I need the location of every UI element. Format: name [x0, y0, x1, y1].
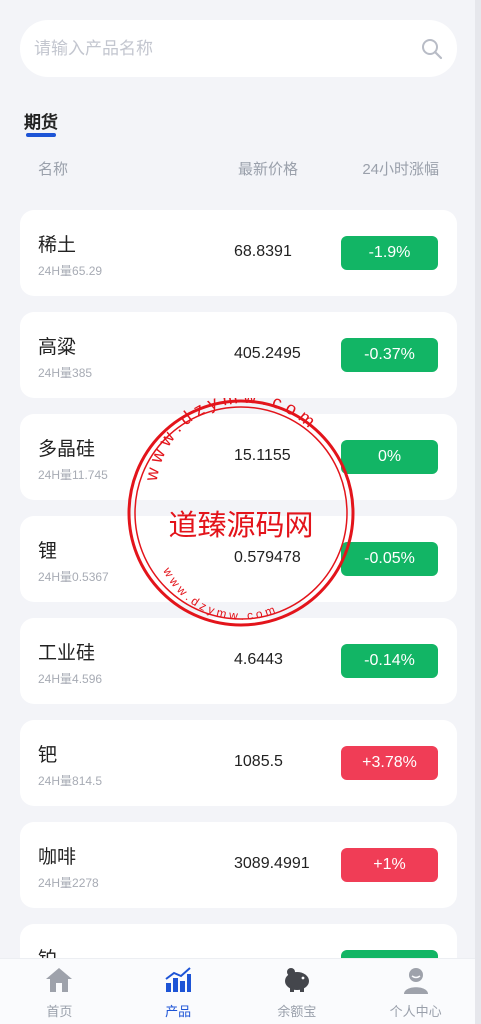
piggy-bank-icon — [284, 968, 309, 992]
tab-products[interactable]: 产品 — [119, 959, 238, 1024]
search-bar[interactable] — [20, 20, 457, 77]
home-icon — [46, 968, 73, 992]
product-volume: 24H量11.745 — [38, 468, 108, 482]
tab-label: 首页 — [46, 1004, 73, 1019]
change-badge: +1% — [341, 848, 438, 882]
product-card[interactable]: 锂 24H量0.5367 0.579478 -0.05% — [20, 516, 457, 602]
tab-home[interactable]: 首页 — [0, 959, 119, 1024]
column-header-price: 最新价格 — [238, 161, 299, 178]
product-volume: 24H量814.5 — [38, 774, 103, 788]
tab-label: 个人中心 — [389, 1004, 442, 1019]
chart-icon — [165, 967, 192, 992]
tab-label: 余额宝 — [277, 1004, 317, 1019]
bottom-tab-bar: 首页 产品 余额宝 个人中心 — [0, 958, 475, 1024]
section-title[interactable]: 期货 — [24, 108, 58, 133]
section-tab-indicator — [26, 133, 56, 137]
tab-balance[interactable]: 余额宝 — [238, 959, 357, 1024]
product-name: 高粱 — [38, 337, 77, 358]
product-card[interactable]: 稀土 24H量65.29 68.8391 -1.9% — [20, 210, 457, 296]
product-price: 405.2495 — [234, 345, 301, 362]
product-card[interactable]: 工业硅 24H量4.596 4.6443 -0.14% — [20, 618, 457, 704]
product-name: 多晶硅 — [38, 439, 96, 460]
column-header-change: 24小时涨幅 — [362, 161, 439, 178]
change-badge: -0.14% — [341, 644, 438, 678]
tab-label: 产品 — [165, 1004, 192, 1019]
product-volume: 24H量2278 — [38, 876, 99, 890]
user-icon — [403, 968, 428, 994]
tab-profile[interactable]: 个人中心 — [356, 959, 475, 1024]
product-volume: 24H量0.5367 — [38, 570, 109, 584]
product-name: 工业硅 — [38, 643, 96, 664]
product-price: 68.8391 — [234, 243, 292, 260]
scrollbar[interactable] — [475, 0, 481, 1024]
product-card[interactable]: 咖啡 24H量2278 3089.4991 +1% — [20, 822, 457, 908]
product-price: 4.6443 — [234, 651, 283, 668]
product-volume: 24H量385 — [38, 366, 93, 380]
search-input[interactable] — [34, 38, 421, 59]
product-volume: 24H量65.29 — [38, 264, 103, 278]
product-price: 3089.4991 — [234, 855, 310, 872]
product-price: 15.1155 — [234, 447, 291, 464]
product-name: 锂 — [38, 541, 58, 562]
change-badge: +3.78% — [341, 746, 438, 780]
change-badge: -0.05% — [341, 542, 438, 576]
product-card[interactable]: 多晶硅 24H量11.745 15.1155 0% — [20, 414, 457, 500]
change-badge: -0.37% — [341, 338, 438, 372]
product-price: 0.579478 — [234, 549, 301, 566]
product-card[interactable]: 高粱 24H量385 405.2495 -0.37% — [20, 312, 457, 398]
search-icon[interactable] — [421, 38, 443, 60]
product-name: 咖啡 — [38, 847, 77, 868]
product-name: 稀土 — [38, 235, 77, 256]
change-badge: 0% — [341, 440, 438, 474]
change-badge: -1.9% — [341, 236, 438, 270]
product-name: 钯 — [38, 745, 58, 766]
product-price: 1085.5 — [234, 753, 283, 770]
product-volume: 24H量4.596 — [38, 672, 103, 686]
column-header-name: 名称 — [38, 161, 69, 178]
product-card[interactable]: 钯 24H量814.5 1085.5 +3.78% — [20, 720, 457, 806]
